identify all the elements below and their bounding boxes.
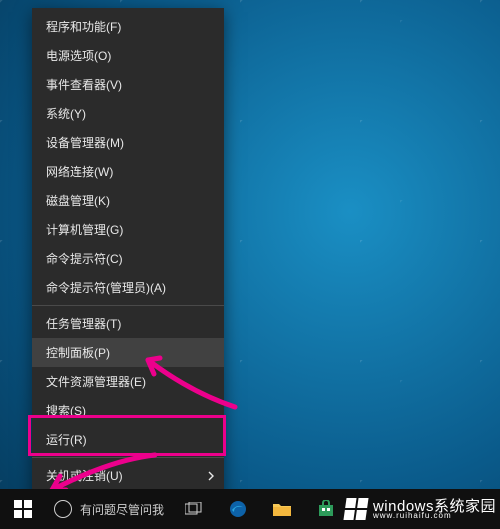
menu-item-label: 命令提示符(管理员)(A) (46, 279, 166, 296)
chevron-right-icon (208, 471, 214, 481)
menu-item-programs-features[interactable]: 程序和功能(F) (32, 12, 224, 41)
menu-item-computer-management[interactable]: 计算机管理(G) (32, 215, 224, 244)
menu-item-label: 搜索(S) (46, 402, 86, 419)
edge-icon (228, 499, 248, 519)
desktop: 程序和功能(F) 电源选项(O) 事件查看器(V) 系统(Y) 设备管理器(M)… (0, 0, 500, 529)
winx-context-menu: 程序和功能(F) 电源选项(O) 事件查看器(V) 系统(Y) 设备管理器(M)… (32, 8, 224, 523)
cortana-icon (54, 500, 72, 518)
menu-item-command-prompt[interactable]: 命令提示符(C) (32, 244, 224, 273)
menu-item-file-explorer[interactable]: 文件资源管理器(E) (32, 367, 224, 396)
menu-item-label: 事件查看器(V) (46, 76, 122, 93)
menu-item-label: 计算机管理(G) (46, 221, 123, 238)
cortana-search[interactable]: 有问题尽管问我 (46, 489, 172, 529)
windows-logo-icon (14, 500, 32, 518)
start-button[interactable] (0, 489, 46, 529)
menu-item-label: 关机或注销(U) (46, 467, 123, 484)
menu-item-label: 网络连接(W) (46, 163, 113, 180)
taskbar-app-explorer[interactable] (260, 489, 304, 529)
menu-item-label: 运行(R) (46, 431, 87, 448)
menu-item-label: 电源选项(O) (46, 47, 111, 64)
menu-item-event-viewer[interactable]: 事件查看器(V) (32, 70, 224, 99)
menu-item-run[interactable]: 运行(R) (32, 425, 224, 454)
menu-item-search[interactable]: 搜索(S) (32, 396, 224, 425)
taskbar-app-edge[interactable] (216, 489, 260, 529)
menu-item-command-prompt-admin[interactable]: 命令提示符(管理员)(A) (32, 273, 224, 302)
folder-icon (272, 501, 292, 517)
menu-item-label: 设备管理器(M) (46, 134, 124, 151)
task-view-icon (185, 502, 203, 516)
watermark-url: www.ruihaifu.com (373, 512, 496, 520)
menu-item-label: 文件资源管理器(E) (46, 373, 146, 390)
watermark-logo-icon (343, 498, 368, 520)
menu-item-disk-management[interactable]: 磁盘管理(K) (32, 186, 224, 215)
menu-item-control-panel[interactable]: 控制面板(P) (32, 338, 224, 367)
menu-item-shutdown-signout[interactable]: 关机或注销(U) (32, 461, 224, 490)
menu-separator (32, 305, 224, 306)
menu-item-label: 磁盘管理(K) (46, 192, 110, 209)
cortana-placeholder: 有问题尽管问我 (80, 501, 164, 518)
store-icon (317, 500, 335, 518)
menu-item-label: 系统(Y) (46, 105, 86, 122)
menu-item-network-connections[interactable]: 网络连接(W) (32, 157, 224, 186)
menu-item-power-options[interactable]: 电源选项(O) (32, 41, 224, 70)
menu-item-system[interactable]: 系统(Y) (32, 99, 224, 128)
menu-item-label: 程序和功能(F) (46, 18, 121, 35)
menu-item-task-manager[interactable]: 任务管理器(T) (32, 309, 224, 338)
menu-separator (32, 457, 224, 458)
task-view-button[interactable] (172, 489, 216, 529)
menu-item-label: 命令提示符(C) (46, 250, 123, 267)
menu-item-device-manager[interactable]: 设备管理器(M) (32, 128, 224, 157)
watermark: windows系统家园 www.ruihaifu.com (337, 489, 500, 529)
menu-item-label: 控制面板(P) (46, 344, 110, 361)
menu-item-label: 任务管理器(T) (46, 315, 121, 332)
